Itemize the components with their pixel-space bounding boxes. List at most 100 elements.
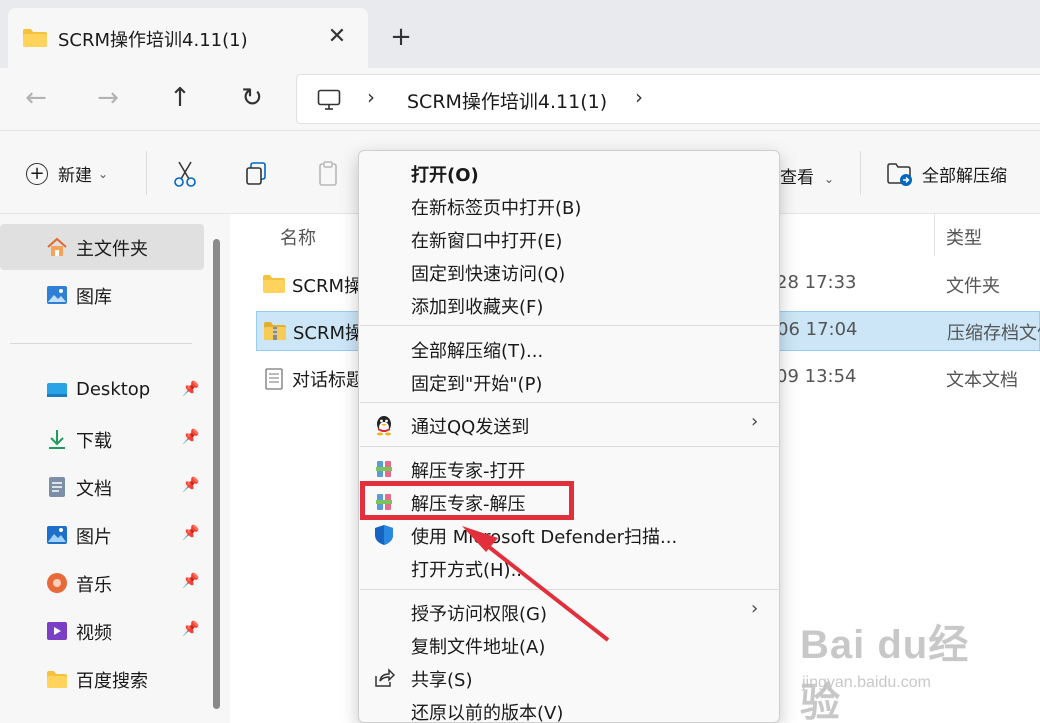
menu-item-open-new-tab[interactable]: 在新标签页中打开(B) (359, 189, 779, 222)
sidebar-item-label: 下载 (76, 431, 112, 452)
sidebar-item-pictures[interactable]: 图片 📌 (0, 512, 204, 558)
baidu-jingyan-watermark: Bai du经验 jingyan.baidu.com (800, 612, 990, 723)
sidebar-item-label: 图片 (76, 527, 112, 548)
sidebar-item-label: 图库 (76, 287, 112, 308)
tab-close-icon[interactable]: ✕ (322, 22, 352, 52)
column-header-type[interactable]: 类型 (946, 224, 982, 250)
chevron-down-icon: ⌄ (824, 172, 835, 186)
sidebar-item-documents[interactable]: 文档 📌 (0, 464, 204, 510)
file-type: 压缩存档文件 (947, 323, 1040, 344)
sidebar-item-gallery[interactable]: 图库 (0, 272, 204, 318)
back-icon[interactable]: ← (14, 76, 58, 120)
sidebar-item-downloads[interactable]: 下载 📌 (0, 416, 204, 462)
extract-folder-icon (887, 163, 912, 186)
document-icon (49, 477, 65, 497)
breadcrumb-chevron-icon[interactable]: › (635, 85, 643, 109)
sidebar-item-home[interactable]: 主文件夹 (0, 224, 204, 270)
menu-item-label: 打开方式(H)... (411, 560, 528, 581)
column-divider[interactable] (934, 214, 935, 256)
address-bar[interactable]: › SCRM操作培训4.11(1) › (296, 74, 1040, 124)
view-label: 查看 (780, 168, 814, 188)
chevron-down-icon: ⌄ (98, 166, 109, 181)
pin-icon[interactable]: 📌 (182, 525, 199, 541)
video-icon (47, 622, 67, 640)
download-icon (49, 430, 65, 449)
menu-item-label: 通过QQ发送到 (411, 417, 530, 438)
scrollbar-thumb[interactable] (213, 239, 220, 709)
menu-item-label: 在新标签页中打开(B) (411, 198, 582, 219)
pin-icon[interactable]: 📌 (182, 429, 199, 445)
breadcrumb-path[interactable]: SCRM操作培训4.11(1) (407, 87, 607, 114)
menu-item-label: 解压专家-打开 (411, 461, 526, 482)
pin-icon[interactable]: 📌 (182, 477, 199, 493)
sidebar-item-baidu-search[interactable]: 百度搜索 (0, 656, 204, 702)
file-date: 09 13:54 (776, 366, 857, 387)
menu-item-share[interactable]: 共享(S) (359, 661, 779, 694)
sidebar-divider (10, 343, 192, 344)
menu-item-defender-scan[interactable]: 使用 Microsoft Defender扫描... (359, 518, 779, 551)
up-icon[interactable]: ↑ (158, 76, 202, 120)
forward-icon[interactable]: → (86, 76, 130, 120)
toolbar-divider (146, 151, 147, 195)
column-header-name[interactable]: 名称 (280, 224, 316, 250)
file-name: SCRM操 (292, 276, 363, 297)
menu-item-grant-access[interactable]: 授予访问权限(G) › (359, 595, 779, 628)
sidebar-item-music[interactable]: 音乐 📌 (0, 560, 204, 606)
plus-icon: + (26, 162, 48, 185)
menu-item-copy-path[interactable]: 复制文件地址(A) (359, 628, 779, 661)
menu-item-send-qq[interactable]: 通过QQ发送到 › (359, 408, 779, 441)
menu-item-extract-all[interactable]: 全部解压缩(T)... (359, 332, 779, 365)
defender-shield-icon (375, 525, 393, 545)
pin-icon[interactable]: 📌 (182, 381, 199, 397)
folder-icon (23, 29, 47, 47)
watermark-url: jingyan.baidu.com (802, 674, 931, 691)
extract-all-label: 全部解压缩 (922, 166, 1007, 187)
menu-item-open-new-window[interactable]: 在新窗口中打开(E) (359, 222, 779, 255)
qq-penguin-icon (377, 416, 391, 436)
copy-icon[interactable] (242, 159, 272, 189)
paste-icon[interactable] (314, 159, 344, 189)
view-button[interactable]: 查看 ⌄ (780, 163, 834, 188)
zip-folder-icon (264, 322, 286, 340)
sidebar-item-label: 主文件夹 (76, 239, 148, 260)
gallery-icon (47, 286, 67, 304)
pin-icon[interactable]: 📌 (182, 573, 199, 589)
context-menu: 打开(O) 在新标签页中打开(B) 在新窗口中打开(E) 固定到快速访问(Q) … (358, 150, 780, 723)
menu-divider (360, 446, 780, 447)
highlight-box (360, 481, 574, 520)
pin-icon[interactable]: 📌 (182, 621, 199, 637)
sidebar-item-label: Desktop (76, 379, 151, 400)
tab-title: SCRM操作培训4.11(1) (58, 30, 248, 51)
tab-scrm-folder[interactable]: SCRM操作培训4.11(1) ✕ (8, 8, 368, 68)
menu-item-pin-start[interactable]: 固定到"开始"(P) (359, 365, 779, 398)
sidebar-item-label: 百度搜索 (76, 671, 148, 692)
menu-item-pin-quick-access[interactable]: 固定到快速访问(Q) (359, 255, 779, 288)
pictures-icon (47, 526, 67, 544)
sidebar-item-label: 文档 (76, 479, 112, 500)
sidebar-item-desktop[interactable]: Desktop 📌 (0, 368, 204, 414)
refresh-icon[interactable]: ↻ (230, 76, 274, 120)
file-name: 对话标题 (292, 370, 364, 391)
new-button[interactable]: + 新建 ⌄ (26, 161, 108, 186)
submenu-chevron-icon: › (751, 598, 759, 619)
cut-icon[interactable] (170, 159, 200, 189)
menu-item-open-with[interactable]: 打开方式(H)... (359, 551, 779, 584)
sidebar-item-label: 音乐 (76, 575, 112, 596)
folder-icon (47, 671, 67, 688)
extract-all-button[interactable]: 全部解压缩 (886, 161, 1007, 187)
menu-item-open[interactable]: 打开(O) (359, 156, 779, 189)
menu-divider (360, 402, 780, 403)
home-icon (47, 237, 67, 256)
menu-item-add-favorites[interactable]: 添加到收藏夹(F) (359, 288, 779, 321)
breadcrumb-chevron-icon[interactable]: › (367, 85, 375, 109)
menu-item-label: 授予访问权限(G) (411, 604, 547, 625)
new-tab-button[interactable]: + (386, 22, 416, 52)
toolbar-divider (860, 151, 861, 195)
navigation-pane: 主文件夹 图库 Desktop 📌 下载 📌 文档 📌 图片 📌 音乐 📌 视频… (0, 214, 230, 723)
menu-item-label: 在新窗口中打开(E) (411, 231, 563, 252)
file-date: 06 17:04 (777, 319, 858, 340)
folder-icon (263, 275, 285, 293)
sidebar-scrollbar[interactable] (210, 239, 222, 723)
sidebar-item-videos[interactable]: 视频 📌 (0, 608, 204, 654)
menu-item-restore-versions[interactable]: 还原以前的版本(V) (359, 694, 779, 723)
